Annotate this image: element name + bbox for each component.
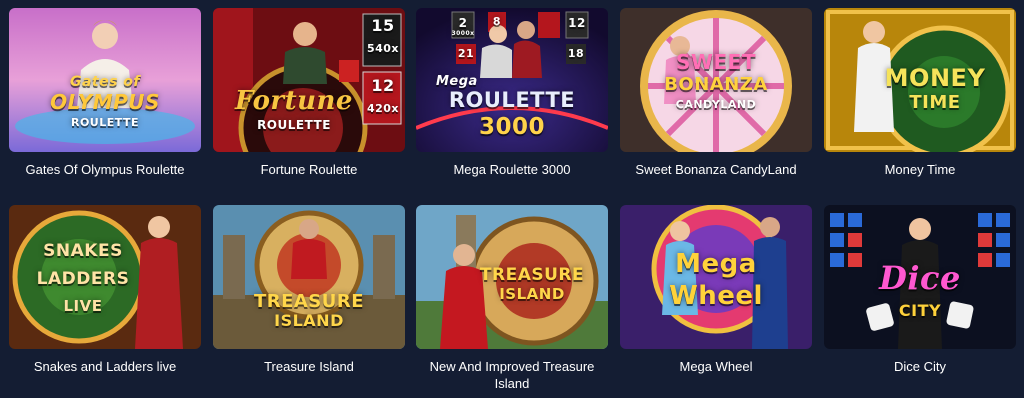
- game-tile-snakes-and-ladders-live[interactable]: SNAKES LADDERS LIVE Snakes and Ladders l…: [9, 205, 201, 375]
- logo-line-1: Fortune: [235, 86, 353, 116]
- game-thumbnail[interactable]: SNAKES LADDERS LIVE: [9, 205, 201, 349]
- game-title[interactable]: Sweet Bonanza CandyLand: [620, 161, 812, 178]
- game-title[interactable]: Mega Wheel: [620, 358, 812, 375]
- logo-line-1: MONEY: [884, 64, 986, 92]
- logo-line-2: ISLAND: [499, 285, 565, 303]
- logo-line-1: Gates of: [69, 74, 141, 90]
- logo-line-2: Wheel: [669, 281, 763, 311]
- game-tile-sweet-bonanza-candyland[interactable]: SWEET BONANZA CANDYLAND Sweet Bonanza Ca…: [620, 8, 812, 178]
- logo-line-1: Dice: [879, 259, 961, 297]
- game-thumbnail[interactable]: TREASURE ISLAND: [213, 205, 405, 349]
- game-title[interactable]: Dice City: [824, 358, 1016, 375]
- logo-line-2: TIME: [909, 92, 961, 113]
- roulette-number: 8: [492, 15, 502, 28]
- game-thumbnail[interactable]: MONEY TIME: [824, 8, 1016, 152]
- logo-line-1: Mega: [436, 74, 478, 89]
- game-title[interactable]: Mega Roulette 3000: [416, 161, 608, 178]
- game-tile-mega-wheel[interactable]: Mega Wheel Mega Wheel: [620, 205, 812, 375]
- game-grid: Gates of OLYMPUS ROULETTE Gates Of Olymp…: [0, 0, 1024, 398]
- logo-line-2: ROULETTE: [448, 88, 576, 112]
- game-title[interactable]: Fortune Roulette: [213, 161, 405, 178]
- game-thumbnail[interactable]: TREASURE ISLAND: [416, 205, 608, 349]
- logo-line-1: Mega: [675, 249, 757, 279]
- logo-line-1: TREASURE: [253, 291, 365, 312]
- logo-line-3: 3000: [478, 114, 545, 140]
- logo-line-2: CITY: [898, 301, 942, 320]
- game-tile-dice-city[interactable]: Dice CITY Dice City: [824, 205, 1016, 375]
- roulette-number: 2: [458, 16, 468, 30]
- game-title[interactable]: Money Time: [824, 161, 1016, 178]
- logo-line-2: ISLAND: [274, 311, 344, 330]
- game-title[interactable]: Treasure Island: [213, 358, 405, 375]
- game-title[interactable]: Gates Of Olympus Roulette: [9, 161, 201, 178]
- logo-line-2: LADDERS: [36, 269, 130, 289]
- multiplier-number: 15: [371, 16, 395, 35]
- logo-line-1: SWEET: [676, 50, 756, 74]
- game-thumbnail[interactable]: Dice CITY: [824, 205, 1016, 349]
- game-title[interactable]: New And Improved Treasure Island: [416, 358, 608, 392]
- game-tile-mega-roulette-3000[interactable]: 2 3000x 8 12 21 18 Mega ROULETTE 3000 Me…: [416, 8, 608, 178]
- game-tile-fortune-roulette[interactable]: 15 540x 12 420x Fortune ROULETTE Fortune…: [213, 8, 405, 178]
- game-tile-gates-of-olympus-roulette[interactable]: Gates of OLYMPUS ROULETTE Gates Of Olymp…: [9, 8, 201, 178]
- game-tile-money-time[interactable]: MONEY TIME Money Time: [824, 8, 1016, 178]
- game-thumbnail[interactable]: SWEET BONANZA CANDYLAND: [620, 8, 812, 152]
- game-tile-new-and-improved-treasure-island[interactable]: TREASURE ISLAND New And Improved Treasur…: [416, 205, 608, 392]
- logo-line-2: OLYMPUS: [50, 90, 160, 114]
- game-thumbnail[interactable]: 2 3000x 8 12 21 18 Mega ROULETTE 3000: [416, 8, 608, 152]
- roulette-number: 21: [457, 47, 475, 60]
- logo-line-3: LIVE: [63, 297, 103, 315]
- multiplier-value: 540x: [366, 42, 400, 55]
- game-thumbnail[interactable]: 15 540x 12 420x Fortune ROULETTE: [213, 8, 405, 152]
- game-thumbnail[interactable]: Gates of OLYMPUS ROULETTE: [9, 8, 201, 152]
- logo-line-1: SNAKES: [43, 241, 123, 261]
- game-thumbnail[interactable]: Mega Wheel: [620, 205, 812, 349]
- logo-line-3: CANDYLAND: [675, 98, 757, 111]
- roulette-number: 12: [568, 16, 586, 30]
- logo-line-1: TREASURE: [479, 265, 585, 285]
- logo-line-2: BONANZA: [664, 74, 768, 95]
- logo-line-3: ROULETTE: [70, 116, 140, 129]
- game-tile-treasure-island[interactable]: TREASURE ISLAND Treasure Island: [213, 205, 405, 375]
- logo-line-2: ROULETTE: [257, 118, 331, 132]
- game-title[interactable]: Snakes and Ladders live: [9, 358, 201, 375]
- roulette-multiplier: 3000x: [451, 30, 475, 37]
- roulette-number: 18: [567, 47, 585, 60]
